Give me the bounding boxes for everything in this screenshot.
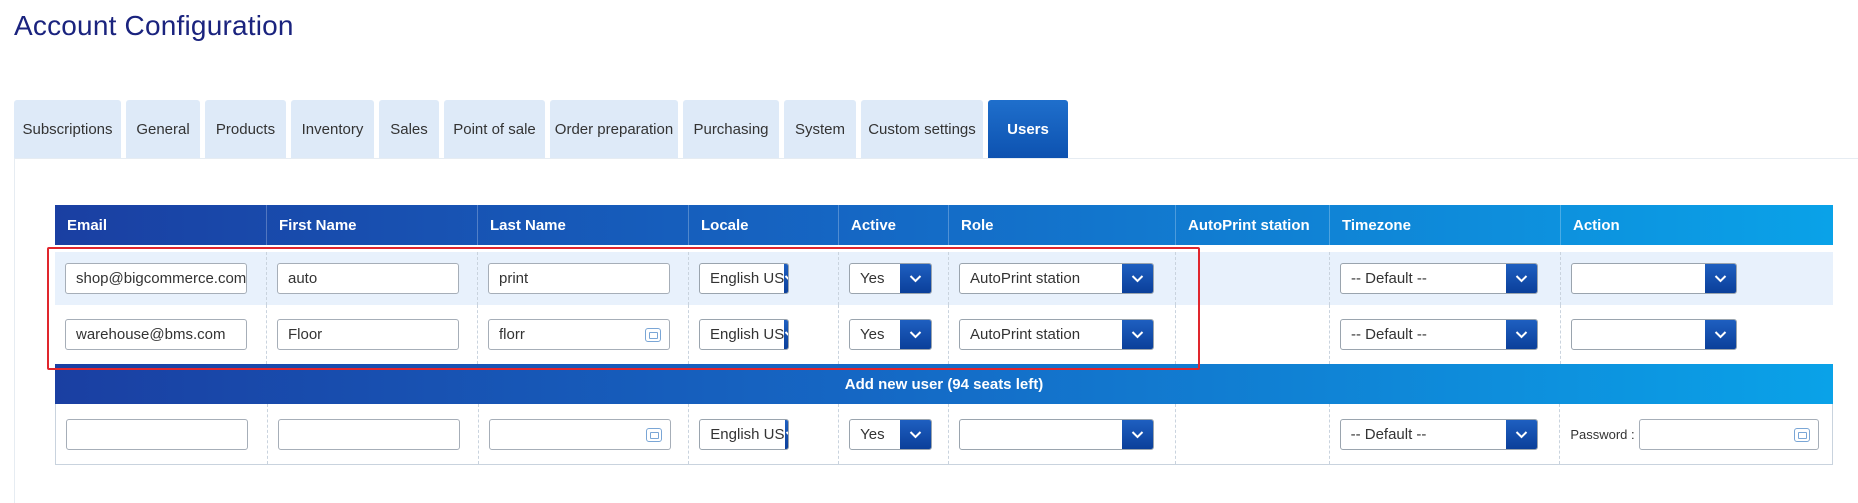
chevron-down-icon[interactable] [900, 320, 931, 349]
chevron-down-icon[interactable] [784, 419, 789, 449]
header-first-name: First Name [267, 205, 478, 245]
tab-users[interactable]: Users [988, 100, 1068, 168]
header-autoprint-station: AutoPrint station [1176, 205, 1330, 245]
chevron-down-icon[interactable] [1122, 419, 1153, 449]
header-role: Role [949, 205, 1176, 245]
table-header: Email First Name Last Name Locale Active… [55, 205, 1833, 245]
chevron-down-icon[interactable] [900, 264, 931, 293]
active-select[interactable]: Yes [849, 319, 932, 350]
new-user-row: English US Yes -- Default -- Password : [55, 404, 1833, 465]
tab-purchasing[interactable]: Purchasing [683, 100, 779, 158]
email-field[interactable]: warehouse@bms.com [65, 319, 247, 350]
chevron-down-icon[interactable] [1122, 320, 1153, 349]
chevron-down-icon[interactable] [784, 320, 788, 349]
first-name-field[interactable]: auto [277, 263, 459, 294]
locale-select[interactable]: English US [699, 319, 789, 350]
new-locale-select[interactable]: English US [699, 418, 790, 450]
tab-products[interactable]: Products [205, 100, 286, 158]
contact-card-icon[interactable] [1793, 427, 1810, 442]
timezone-value: -- Default -- [1351, 270, 1427, 287]
header-last-name: Last Name [478, 205, 689, 245]
locale-value: English US [710, 270, 785, 287]
action-select[interactable] [1571, 263, 1737, 294]
timezone-select[interactable]: -- Default -- [1340, 263, 1538, 294]
first-name-field[interactable]: Floor [277, 319, 459, 350]
action-select[interactable] [1571, 319, 1737, 350]
tab-inventory[interactable]: Inventory [291, 100, 374, 158]
chevron-down-icon[interactable] [900, 419, 932, 449]
autoprint-station-cell [1176, 252, 1330, 305]
chevron-down-icon[interactable] [1705, 320, 1736, 349]
chevron-down-icon[interactable] [1122, 264, 1153, 293]
last-name-field[interactable]: print [488, 263, 670, 294]
active-value: Yes [860, 270, 885, 287]
locale-select[interactable]: English US [699, 263, 789, 294]
timezone-value: -- Default -- [1351, 326, 1427, 343]
tab-point-of-sale[interactable]: Point of sale [444, 100, 545, 158]
password-field[interactable] [1638, 418, 1819, 450]
table-row: warehouse@bms.com Floor florr English US… [55, 305, 1833, 364]
password-label: Password : [1570, 426, 1635, 442]
contact-card-icon[interactable] [645, 328, 661, 342]
tab-custom-settings[interactable]: Custom settings [861, 100, 983, 158]
new-timezone-select[interactable]: -- Default -- [1339, 418, 1538, 450]
chevron-down-icon[interactable] [1505, 419, 1537, 449]
users-grid: Email First Name Last Name Locale Active… [55, 205, 1833, 465]
tab-system[interactable]: System [784, 100, 856, 158]
tab-sales[interactable]: Sales [379, 100, 439, 158]
locale-value: English US [710, 326, 785, 343]
active-value: Yes [860, 326, 885, 343]
locale-value: English US [710, 425, 785, 443]
header-action: Action [1573, 216, 1620, 234]
tab-general[interactable]: General [126, 100, 200, 158]
active-select[interactable]: Yes [849, 263, 932, 294]
role-select[interactable]: AutoPrint station [959, 319, 1154, 350]
header-email: Email [55, 205, 267, 245]
timezone-value: -- Default -- [1350, 425, 1427, 443]
role-select[interactable]: AutoPrint station [959, 263, 1154, 294]
role-value: AutoPrint station [970, 270, 1081, 287]
chevron-down-icon[interactable] [1506, 264, 1537, 293]
add-new-user-bar: Add new user (94 seats left) [55, 364, 1833, 404]
config-tabs: Subscriptions General Products Inventory… [14, 100, 1073, 168]
table-row: shop@bigcommerce.com auto print English … [55, 252, 1833, 305]
tab-order-preparation[interactable]: Order preparation [550, 100, 678, 158]
timezone-select[interactable]: -- Default -- [1340, 319, 1538, 350]
chevron-down-icon[interactable] [1705, 264, 1736, 293]
last-name-value: florr [499, 326, 525, 343]
email-field[interactable]: shop@bigcommerce.com [65, 263, 247, 294]
chevron-down-icon[interactable] [1506, 320, 1537, 349]
new-email-field[interactable] [66, 418, 248, 450]
last-name-field[interactable]: florr [488, 319, 670, 350]
chevron-down-icon[interactable] [784, 264, 788, 293]
new-active-select[interactable]: Yes [849, 418, 933, 450]
new-role-select[interactable] [959, 418, 1154, 450]
tab-subscriptions[interactable]: Subscriptions [14, 100, 121, 158]
role-value: AutoPrint station [970, 326, 1081, 343]
autoprint-station-cell [1176, 404, 1330, 464]
header-timezone: Timezone [1330, 205, 1561, 245]
contact-card-icon[interactable] [645, 427, 662, 442]
active-value: Yes [860, 425, 885, 443]
page-title: Account Configuration [14, 10, 294, 41]
header-active: Active [839, 205, 949, 245]
new-first-name-field[interactable] [277, 418, 460, 450]
autoprint-station-cell [1176, 305, 1330, 364]
header-locale: Locale [689, 205, 839, 245]
new-last-name-field[interactable] [488, 418, 671, 450]
